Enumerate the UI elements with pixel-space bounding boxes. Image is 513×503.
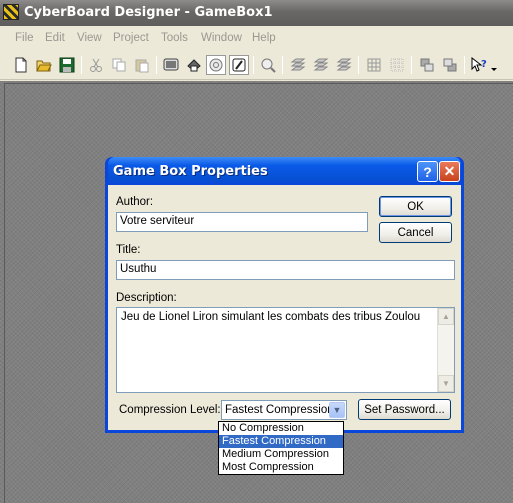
toolbar-separator bbox=[411, 56, 412, 74]
close-button[interactable]: ✕ bbox=[439, 161, 460, 182]
open-folder-icon[interactable] bbox=[34, 55, 54, 75]
menubar: File Edit View Project Tools Window Help bbox=[0, 28, 513, 50]
new-file-icon[interactable] bbox=[11, 55, 31, 75]
app-titlebar: CyberBoard Designer - GameBox1 bbox=[0, 0, 513, 26]
compression-level-label: Compression Level: bbox=[119, 404, 221, 416]
description-textarea[interactable]: Jeu de Lionel Liron simulant les combats… bbox=[116, 307, 455, 393]
layer-3-icon[interactable] bbox=[334, 55, 354, 75]
menu-tools[interactable]: Tools bbox=[161, 32, 188, 44]
author-label: Author: bbox=[116, 196, 154, 208]
author-field[interactable]: Votre serviteur bbox=[116, 212, 368, 232]
svg-text:?: ? bbox=[481, 59, 487, 70]
title-field[interactable]: Usuthu bbox=[116, 260, 455, 280]
option-most-compression[interactable]: Most Compression bbox=[219, 461, 343, 474]
layer-2-icon[interactable] bbox=[311, 55, 331, 75]
dialog-body: Author: Votre serviteur OK Cancel Title:… bbox=[108, 185, 461, 430]
cancel-button[interactable]: Cancel bbox=[379, 222, 452, 243]
dotted-grid-icon[interactable] bbox=[387, 55, 407, 75]
layer-1-icon[interactable] bbox=[288, 55, 308, 75]
rotate-icon[interactable] bbox=[206, 55, 226, 75]
toolbar-separator bbox=[156, 56, 157, 74]
app-logo-icon bbox=[3, 4, 19, 20]
cut-icon[interactable] bbox=[86, 55, 106, 75]
description-text: Jeu de Lionel Liron simulant les combats… bbox=[121, 311, 421, 323]
context-help-icon[interactable]: ? bbox=[469, 55, 489, 75]
compression-level-select[interactable]: Fastest Compression ▼ bbox=[221, 400, 347, 420]
help-button[interactable]: ? bbox=[417, 161, 438, 182]
compression-level-value: Fastest Compression bbox=[225, 404, 334, 416]
description-label: Description: bbox=[116, 292, 177, 304]
dialog-title: Game Box Properties bbox=[113, 164, 268, 179]
toolbar-separator bbox=[282, 56, 283, 74]
send-back-icon[interactable] bbox=[417, 55, 437, 75]
option-medium-compression[interactable]: Medium Compression bbox=[219, 448, 343, 461]
dropdown-chevron-down-icon[interactable]: ▼ bbox=[329, 402, 345, 418]
scroll-down-arrow-icon[interactable]: ▼ bbox=[438, 375, 454, 392]
copy-icon[interactable] bbox=[109, 55, 129, 75]
app-title: CyberBoard Designer - GameBox1 bbox=[24, 5, 273, 20]
toolbar-separator bbox=[358, 56, 359, 74]
ok-button[interactable]: OK bbox=[379, 196, 452, 217]
set-password-button[interactable]: Set Password... bbox=[358, 399, 451, 420]
game-box-properties-dialog: Game Box Properties ? ✕ Author: Votre se… bbox=[105, 157, 464, 433]
menu-edit[interactable]: Edit bbox=[45, 32, 65, 44]
compression-level-dropdown-list: No Compression Fastest Compression Mediu… bbox=[218, 421, 344, 475]
dialog-titlebar[interactable]: Game Box Properties ? ✕ bbox=[108, 157, 461, 185]
toolbar-separator bbox=[81, 56, 82, 74]
option-no-compression[interactable]: No Compression bbox=[219, 422, 343, 435]
menu-help[interactable]: Help bbox=[252, 32, 276, 44]
title-label: Title: bbox=[116, 244, 141, 256]
no-icon[interactable] bbox=[229, 55, 249, 75]
scroll-up-arrow-icon[interactable]: ▲ bbox=[438, 308, 454, 325]
toolbar-separator bbox=[253, 56, 254, 74]
save-icon[interactable] bbox=[57, 55, 77, 75]
menu-window[interactable]: Window bbox=[201, 32, 242, 44]
toolbar: ? bbox=[0, 52, 513, 80]
menu-file[interactable]: File bbox=[15, 32, 34, 44]
toolbar-separator bbox=[464, 56, 465, 74]
toolbar-overflow-chevron-icon[interactable] bbox=[489, 55, 499, 75]
grid-icon[interactable] bbox=[364, 55, 384, 75]
paste-icon[interactable] bbox=[132, 55, 152, 75]
bring-front-icon[interactable] bbox=[440, 55, 460, 75]
description-scrollbar[interactable]: ▲ ▼ bbox=[437, 308, 454, 392]
board-icon[interactable] bbox=[161, 55, 181, 75]
menu-view[interactable]: View bbox=[77, 32, 102, 44]
menu-project[interactable]: Project bbox=[113, 32, 149, 44]
option-fastest-compression[interactable]: Fastest Compression bbox=[219, 435, 343, 448]
tile-icon[interactable] bbox=[184, 55, 204, 75]
zoom-icon[interactable] bbox=[258, 55, 278, 75]
